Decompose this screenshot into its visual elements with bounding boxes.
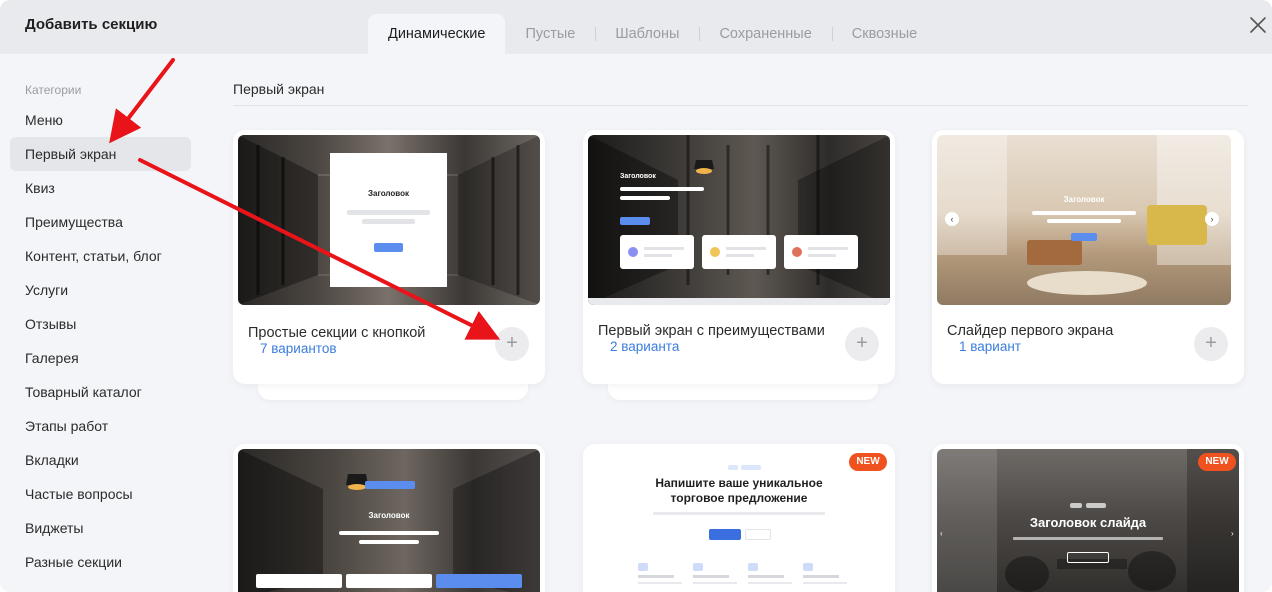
preview-button: [374, 243, 403, 252]
tab-empty[interactable]: Пустые: [505, 14, 595, 54]
category-menu[interactable]: Меню: [10, 103, 191, 137]
section-card-preview-4[interactable]: Заголовок: [233, 444, 545, 592]
add-section-button[interactable]: +: [495, 327, 529, 361]
preview-heading: Заголовок: [368, 189, 409, 198]
card-title: Первый экран с преимуществами: [598, 323, 825, 339]
section-title: Первый экран: [233, 81, 325, 97]
preview-image: Напишите ваше уникальное торговое предло…: [588, 449, 890, 592]
card-stack-layer: [608, 384, 878, 400]
category-sidebar: Категории Меню Первый экран Квиз Преимущ…: [0, 54, 210, 592]
category-gallery[interactable]: Галерея: [10, 341, 191, 375]
preview-image: ‹ › Заголовок: [937, 135, 1231, 305]
new-badge: NEW: [849, 453, 887, 471]
category-content[interactable]: Контент, статьи, блог: [10, 239, 191, 273]
dialog-header: Добавить секцию Динамические Пустые Шабл…: [0, 0, 1272, 54]
preview-image: Заголовок: [588, 135, 890, 305]
chevron-right-icon: ›: [1231, 529, 1234, 538]
tab-dynamic[interactable]: Динамические: [368, 14, 506, 54]
category-advantages[interactable]: Преимущества: [10, 205, 191, 239]
card-variants[interactable]: 1 вариант: [959, 339, 1021, 354]
card-title: Слайдер первого экрана: [947, 323, 1114, 339]
chevron-left-icon: ‹: [940, 529, 943, 538]
preview-heading: Заголовок: [620, 173, 656, 180]
preview-image: Заголовок слайда ‹ ›: [937, 449, 1239, 592]
dialog-title: Добавить секцию: [25, 16, 158, 33]
tab-bar: Динамические Пустые Шаблоны Сохраненные …: [368, 14, 937, 54]
preview-heading: Заголовок слайда: [1029, 515, 1147, 530]
category-misc[interactable]: Разные секции: [10, 545, 191, 579]
category-widgets[interactable]: Виджеты: [10, 511, 191, 545]
category-faq[interactable]: Частые вопросы: [10, 477, 191, 511]
tab-templates[interactable]: Шаблоны: [595, 14, 699, 54]
preview-image: Заголовок: [238, 135, 540, 305]
preview-button: [436, 574, 522, 588]
preview-heading-line1: Напишите ваше уникальное: [655, 476, 823, 490]
chevron-right-icon: ›: [1205, 212, 1219, 226]
add-section-dialog: Добавить секцию Динамические Пустые Шабл…: [0, 0, 1272, 592]
card-variants[interactable]: 7 вариантов: [260, 341, 337, 356]
chevron-left-icon: ‹: [945, 212, 959, 226]
preview-heading: Заголовок: [1063, 195, 1105, 204]
close-icon[interactable]: [1247, 14, 1269, 36]
section-card-preview-5[interactable]: Напишите ваше уникальное торговое предло…: [583, 444, 895, 592]
category-first-screen[interactable]: Первый экран: [10, 137, 191, 171]
preview-heading-line2: торговое предложение: [670, 491, 808, 505]
card-title: Простые секции с кнопкой: [248, 325, 426, 341]
category-tabs[interactable]: Вкладки: [10, 443, 191, 477]
category-services[interactable]: Услуги: [10, 273, 191, 307]
category-work-stages[interactable]: Этапы работ: [10, 409, 191, 443]
category-reviews[interactable]: Отзывы: [10, 307, 191, 341]
new-badge: NEW: [1198, 453, 1236, 471]
preview-modal: Заголовок: [330, 153, 447, 287]
preview-button: [1071, 233, 1097, 241]
sections-panel: Первый экран Заголовок Простые секции с …: [210, 54, 1272, 592]
section-card-first-screen-advantages[interactable]: Заголовок Первый экран с преимуществами …: [583, 130, 895, 384]
section-card-slider[interactable]: ‹ › Заголовок Слайдер первого экрана 1 в…: [932, 130, 1244, 384]
preview-button: [709, 529, 741, 540]
card-stack-layer: [258, 384, 528, 400]
category-quiz[interactable]: Квиз: [10, 171, 191, 205]
add-section-button[interactable]: +: [1194, 327, 1228, 361]
tab-saved[interactable]: Сохраненные: [699, 14, 831, 54]
tab-global[interactable]: Сквозные: [831, 14, 937, 54]
add-section-button[interactable]: +: [845, 327, 879, 361]
section-divider: [233, 105, 1248, 106]
preview-image: Заголовок: [238, 449, 540, 592]
categories-heading: Категории: [25, 83, 82, 97]
preview-heading: Заголовок: [368, 511, 410, 520]
preview-button: [620, 217, 650, 225]
card-variants[interactable]: 2 варианта: [610, 339, 679, 354]
section-card-preview-6[interactable]: Заголовок слайда ‹ › NEW: [932, 444, 1244, 592]
category-catalog[interactable]: Товарный каталог: [10, 375, 191, 409]
section-card-simple-button[interactable]: Заголовок Простые секции с кнопкой 7 вар…: [233, 130, 545, 384]
